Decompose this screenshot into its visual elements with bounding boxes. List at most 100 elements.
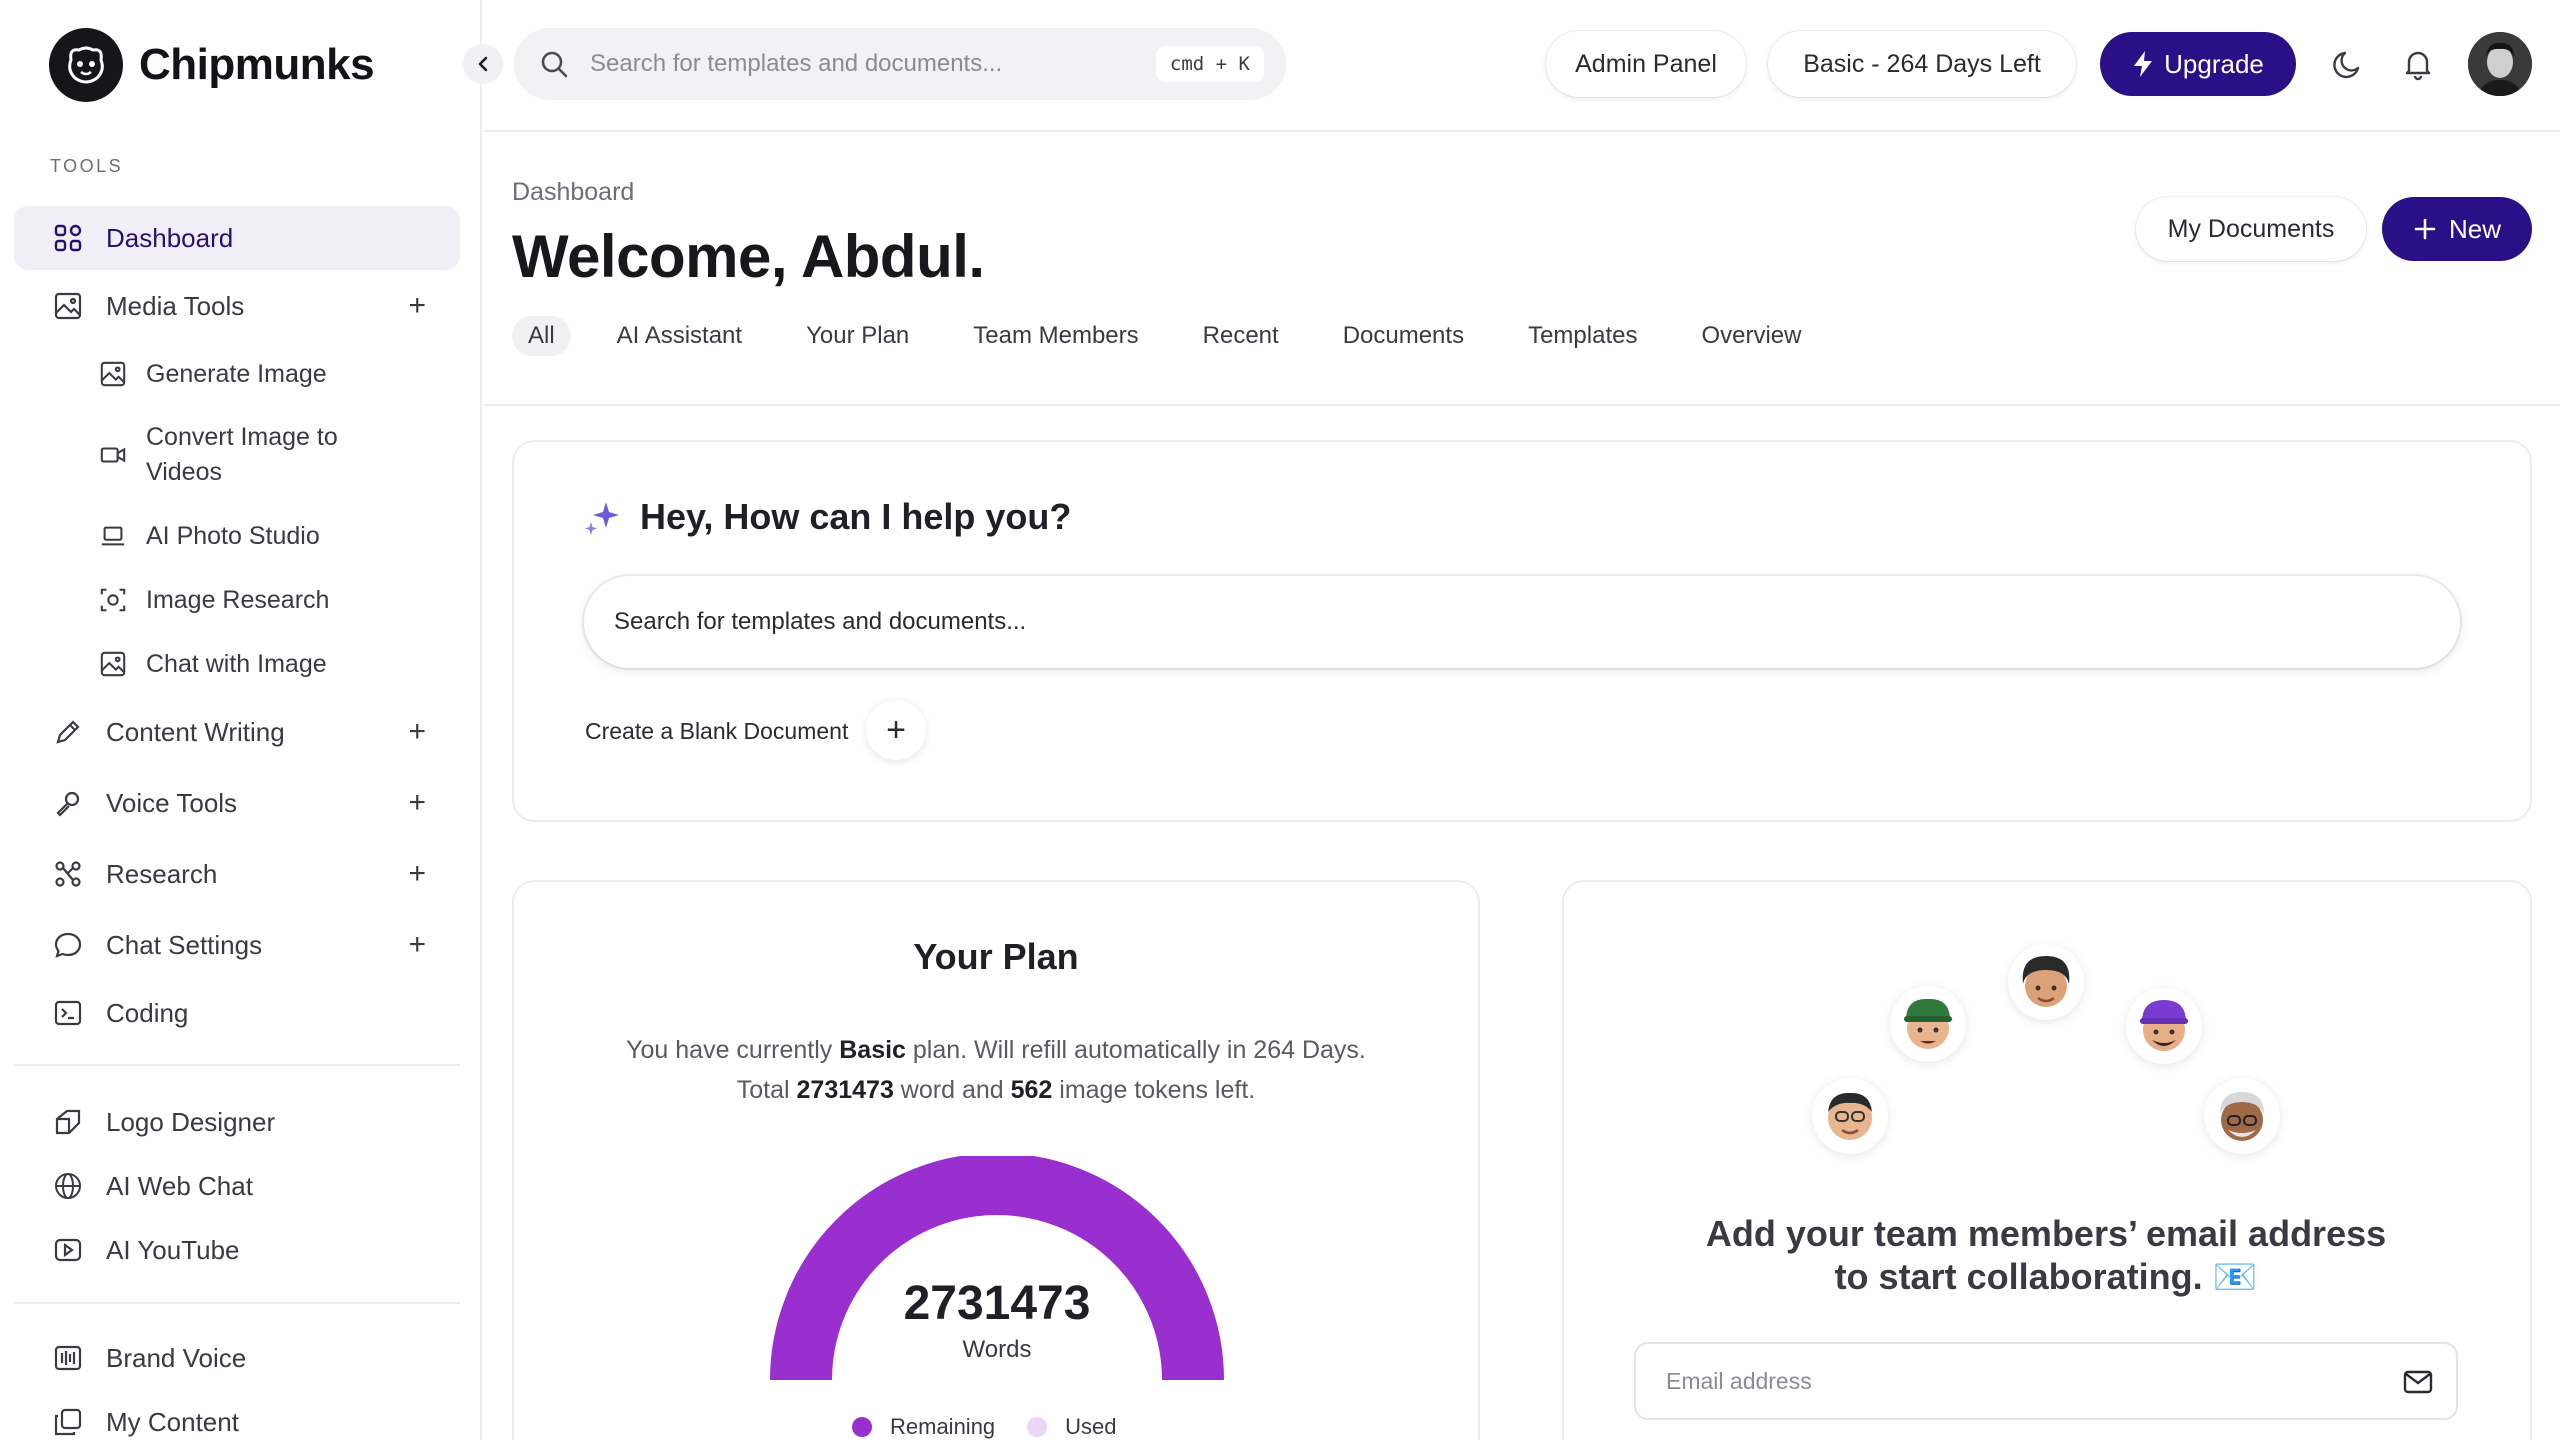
sidebar-subitem-ai-photo-studio[interactable]: AI Photo Studio [96, 518, 436, 554]
sidebar-divider [14, 1064, 460, 1066]
sidebar-subitem-image-research[interactable]: Image Research [96, 582, 436, 618]
expand-plus-icon[interactable]: + [408, 289, 426, 323]
moon-icon[interactable] [2328, 44, 2368, 84]
terminal-icon [50, 995, 86, 1031]
sidebar-subitem-convert-image-to-videos[interactable]: Convert Image to Videos [96, 418, 396, 492]
plan-name: Basic [839, 1036, 906, 1064]
envelope-icon[interactable] [2400, 1364, 2436, 1400]
collapse-sidebar-button[interactable] [463, 44, 503, 84]
bell-icon[interactable] [2398, 44, 2438, 84]
plan-text-part: You have currently [626, 1036, 840, 1064]
sidebar-item-label: Voice Tools [106, 787, 238, 818]
plus-icon: + [886, 710, 906, 749]
sidebar-item-my-content[interactable]: My Content [14, 1390, 460, 1440]
team-avatar [2126, 988, 2202, 1064]
top-bar: Search for templates and documents... cm… [484, 0, 2560, 132]
image-icon [96, 647, 130, 681]
copy-icon [50, 1404, 86, 1440]
email-placeholder: Email address [1666, 1367, 1812, 1394]
sparkle-icon [582, 498, 622, 538]
tab-all[interactable]: All [512, 316, 571, 356]
expand-plus-icon[interactable]: + [408, 857, 426, 891]
email-field[interactable]: Email address [1634, 1342, 2458, 1420]
app-name: Chipmunks [139, 40, 375, 89]
sidebar-item-ai-youtube[interactable]: AI YouTube [14, 1218, 460, 1282]
sidebar-item-media-tools[interactable]: Media Tools + [14, 274, 460, 338]
sidebar-subitem-label: Image Research [146, 585, 330, 614]
sidebar-item-coding[interactable]: Coding [14, 981, 460, 1045]
sidebar-item-label: AI Web Chat [106, 1170, 253, 1201]
keyboard-shortcut-badge: cmd + K [1155, 46, 1264, 82]
sidebar-item-brand-voice[interactable]: Brand Voice [14, 1326, 460, 1390]
chat-bubble-icon [50, 927, 86, 963]
user-avatar[interactable] [2468, 32, 2532, 96]
create-blank-document-link[interactable]: Create a Blank Document [585, 718, 848, 745]
header-divider [484, 404, 2560, 406]
tab-overview[interactable]: Overview [1701, 316, 1801, 356]
assistant-search-input[interactable]: Search for templates and documents... [584, 576, 2460, 668]
gauge-label: Words [962, 1336, 1032, 1363]
chipmunk-logo-icon [49, 28, 123, 102]
sidebar-subitem-label: Chat with Image [146, 649, 327, 678]
upgrade-button[interactable]: Upgrade [2100, 32, 2296, 96]
pencil-icon [50, 714, 86, 750]
tab-documents[interactable]: Documents [1343, 316, 1464, 356]
create-blank-document-button[interactable]: + [866, 700, 926, 760]
sidebar-divider [14, 1302, 460, 1304]
sidebar-item-chat-settings[interactable]: Chat Settings + [14, 913, 460, 977]
sidebar-item-label: Research [106, 858, 218, 889]
plan-description: You have currently Basic plan. Will refi… [512, 1030, 1480, 1110]
sidebar-item-research[interactable]: Research + [14, 842, 460, 906]
sidebar-item-ai-web-chat[interactable]: AI Web Chat [14, 1154, 460, 1218]
sidebar-subitem-generate-image[interactable]: Generate Image [96, 356, 436, 392]
globe-icon [50, 1168, 86, 1204]
tab-templates[interactable]: Templates [1528, 316, 1637, 356]
legend-swatch-used [1027, 1417, 1048, 1437]
tab-your-plan[interactable]: Your Plan [806, 316, 909, 356]
tools-section-label: TOOLS [50, 156, 124, 176]
sidebar-item-label: Dashboard [106, 222, 234, 253]
my-documents-button[interactable]: My Documents [2136, 197, 2366, 261]
plan-text-part: word and [893, 1076, 1011, 1104]
video-icon [96, 438, 130, 472]
sidebar-item-label: My Content [106, 1406, 239, 1437]
play-icon [50, 1232, 86, 1268]
sidebar-subitem-label: AI Photo Studio [146, 521, 320, 550]
expand-plus-icon[interactable]: + [408, 786, 426, 820]
plan-text-part: Total [736, 1076, 797, 1104]
sidebar-subitem-label: Convert Image to Videos [146, 423, 338, 486]
expand-plus-icon[interactable]: + [408, 715, 426, 749]
laptop-icon [96, 519, 130, 553]
words-left-count: 2731473 [796, 1076, 894, 1104]
sidebar-item-label: Content Writing [106, 716, 285, 747]
gauge-legend: Remaining Used [852, 1414, 1117, 1440]
waveform-icon [50, 1340, 86, 1376]
new-button[interactable]: New [2382, 197, 2532, 261]
tab-team-members[interactable]: Team Members [973, 316, 1138, 356]
sidebar-item-label: AI YouTube [106, 1234, 240, 1265]
upgrade-label: Upgrade [2164, 48, 2264, 79]
new-button-label: New [2448, 213, 2501, 244]
tab-ai-assistant[interactable]: AI Assistant [617, 316, 742, 356]
sidebar-subitem-chat-with-image[interactable]: Chat with Image [96, 646, 436, 682]
sidebar-item-label: Logo Designer [106, 1106, 276, 1137]
breadcrumb[interactable]: Dashboard [512, 178, 634, 207]
global-search[interactable]: Search for templates and documents... cm… [514, 28, 1286, 100]
sidebar-item-dashboard[interactable]: Dashboard [14, 206, 460, 270]
expand-plus-icon[interactable]: + [408, 928, 426, 962]
tab-recent[interactable]: Recent [1203, 316, 1279, 356]
app-logo[interactable]: Chipmunks [49, 28, 375, 102]
search-input[interactable]: Search for templates and documents... [590, 50, 1002, 78]
sidebar-item-content-writing[interactable]: Content Writing + [14, 700, 460, 764]
assistant-heading: Hey, How can I help you? [640, 496, 1072, 537]
team-avatar [2008, 944, 2084, 1020]
sidebar-item-label: Media Tools [106, 290, 245, 321]
sidebar-item-logo-designer[interactable]: Logo Designer [14, 1090, 460, 1154]
team-avatar [1812, 1078, 1888, 1154]
scan-icon [96, 583, 130, 617]
plan-badge[interactable]: Basic - 264 Days Left [1768, 31, 2076, 97]
admin-panel-button[interactable]: Admin Panel [1546, 31, 1746, 97]
plan-text-part: plan. Will refill automatically in 264 D… [905, 1036, 1366, 1064]
sidebar-item-voice-tools[interactable]: Voice Tools + [14, 771, 460, 835]
plan-card-title: Your Plan [913, 936, 1079, 977]
